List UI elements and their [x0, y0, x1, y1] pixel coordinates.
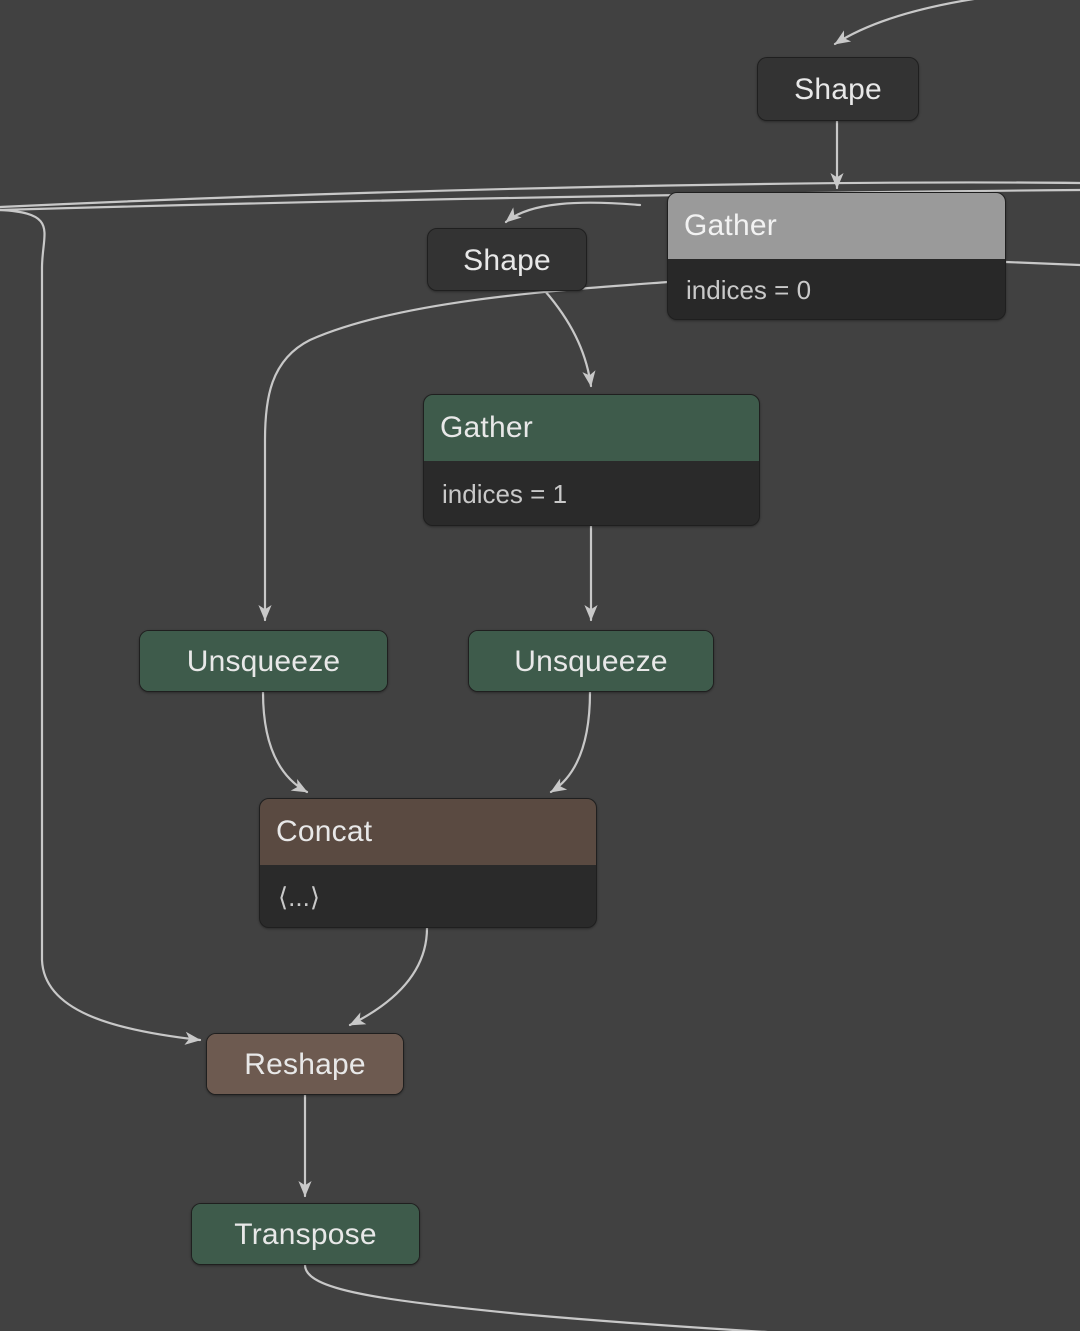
node-title-gather-top: Gather	[668, 193, 1005, 259]
edge-gather-top-right-out	[1004, 260, 1080, 267]
graph-canvas[interactable]: Shape Gather indices = 0 Shape Gather indices…	[0, 0, 1080, 1331]
node-title-transpose: Transpose	[192, 1204, 419, 1264]
edge-unsqueeze-right-to-concat	[549, 690, 592, 794]
graph-node-gather-mid[interactable]: Gather indices = 1	[423, 394, 760, 526]
edge-left-trunk-down	[0, 208, 202, 1045]
node-title-concat: Concat	[260, 799, 596, 865]
node-title-unsqueeze-left: Unsqueeze	[140, 631, 387, 691]
node-title-unsqueeze-right: Unsqueeze	[469, 631, 713, 691]
graph-node-concat[interactable]: Concat ⟨...⟩	[259, 798, 597, 928]
node-attribute-concat: ⟨...⟩	[260, 865, 596, 927]
edge-to-shape-mid	[504, 201, 642, 224]
edge-transpose-out	[303, 1263, 768, 1331]
edge-shape-mid-to-gather-mid	[543, 289, 596, 388]
graph-node-shape-mid[interactable]: Shape	[427, 228, 587, 291]
node-title-shape-top: Shape	[758, 58, 918, 120]
node-attribute-gather-top: indices = 0	[668, 259, 1005, 319]
graph-node-unsqueeze-right[interactable]: Unsqueeze	[468, 630, 714, 692]
edge-concat-to-reshape	[348, 926, 429, 1027]
node-title-gather-mid: Gather	[424, 395, 759, 461]
graph-node-reshape[interactable]: Reshape	[206, 1033, 404, 1095]
edge-unsqueeze-left-to-concat	[261, 690, 309, 794]
graph-node-shape-top[interactable]: Shape	[757, 57, 919, 121]
graph-node-gather-top[interactable]: Gather indices = 0	[667, 192, 1006, 320]
node-title-reshape: Reshape	[207, 1034, 403, 1094]
node-title-shape-mid: Shape	[428, 229, 586, 290]
graph-node-unsqueeze-left[interactable]: Unsqueeze	[139, 630, 388, 692]
graph-node-transpose[interactable]: Transpose	[191, 1203, 420, 1265]
edge-in-to-shape-top	[833, 0, 976, 46]
node-attribute-gather-mid: indices = 1	[424, 461, 759, 525]
